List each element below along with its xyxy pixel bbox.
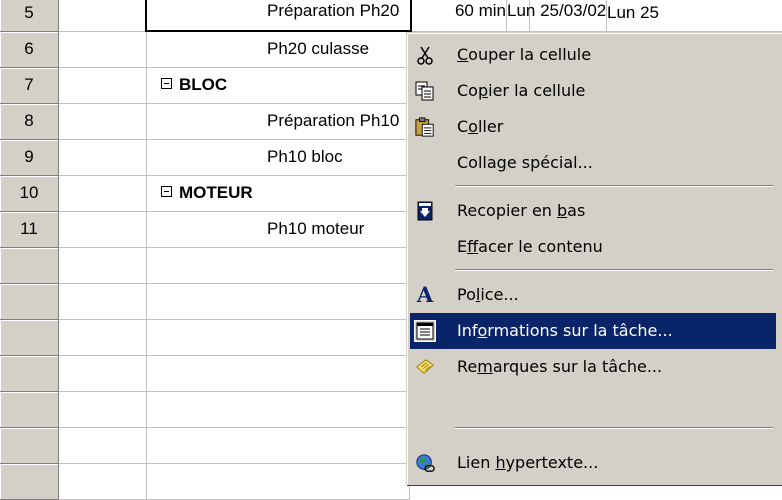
- row-number[interactable]: 10: [0, 176, 59, 212]
- paste-icon: [415, 117, 435, 137]
- menu-item-task-notes[interactable]: Remarques sur la tâche...: [410, 349, 776, 385]
- row-number[interactable]: [0, 428, 59, 464]
- indicator-cell[interactable]: [59, 32, 147, 68]
- row-number[interactable]: 7: [0, 68, 59, 104]
- task-notes-icon: [415, 357, 435, 377]
- row-number[interactable]: 5: [0, 0, 59, 32]
- menu-separator: [455, 427, 773, 429]
- row-number[interactable]: 11: [0, 212, 59, 248]
- menu-item-cut-cell[interactable]: Couper la cellule: [410, 37, 776, 73]
- menu-item-task-information[interactable]: Informations sur la tâche...: [410, 313, 776, 349]
- empty-cell[interactable]: [147, 284, 410, 320]
- menu-item-label: Coller: [457, 117, 504, 136]
- menu-item-label: Informations sur la tâche...: [457, 321, 673, 340]
- menu-separator: [455, 185, 773, 187]
- menu-item-label: Couper la cellule: [457, 45, 592, 64]
- summary-task-label: MOTEUR: [179, 183, 253, 202]
- row-number[interactable]: 8: [0, 104, 59, 140]
- empty-cell[interactable]: [147, 356, 410, 392]
- menu-item-hyperlink[interactable]: Lien hypertexte...: [410, 445, 776, 481]
- end-cell[interactable]: Lun 25: [607, 0, 782, 32]
- empty-cell[interactable]: [147, 320, 410, 356]
- indicator-cell[interactable]: [59, 104, 147, 140]
- summary-task-label: BLOC: [179, 75, 228, 94]
- row-number[interactable]: [0, 320, 59, 356]
- empty-cell[interactable]: [147, 392, 410, 428]
- menu-item-paste-special[interactable]: Collage spécial...: [410, 145, 776, 181]
- menu-item-label: Recopier en bas: [457, 201, 586, 220]
- empty-cell[interactable]: [59, 320, 147, 356]
- start-cell[interactable]: Lun 25/03/02: [507, 0, 607, 32]
- row-number[interactable]: [0, 248, 59, 284]
- row-number[interactable]: [0, 356, 59, 392]
- empty-cell[interactable]: [59, 356, 147, 392]
- row-number[interactable]: 9: [0, 140, 59, 176]
- menu-item-clear-contents[interactable]: Effacer le contenu: [410, 229, 776, 265]
- collapse-minus-icon[interactable]: [161, 186, 172, 198]
- indicator-cell[interactable]: [59, 140, 147, 176]
- row-number[interactable]: [0, 284, 59, 320]
- menu-item-label: Collage spécial...: [457, 153, 593, 172]
- row-number[interactable]: 6: [0, 32, 59, 68]
- indicator-cell[interactable]: [59, 176, 147, 212]
- empty-cell[interactable]: [59, 464, 147, 500]
- task-name-cell[interactable]: MOTEUR: [147, 176, 424, 212]
- menu-item-label: Remarques sur la tâche...: [457, 357, 663, 376]
- empty-cell[interactable]: [147, 428, 410, 464]
- task-name-cell[interactable]: BLOC: [147, 68, 424, 104]
- menu-item-label: Effacer le contenu: [457, 237, 603, 256]
- empty-cell[interactable]: [147, 248, 410, 284]
- empty-cell[interactable]: [59, 284, 147, 320]
- context-menu: Couper la cellule Copier la cellule Coll…: [406, 32, 782, 485]
- row-number[interactable]: [0, 392, 59, 428]
- font-icon: A: [416, 282, 434, 307]
- menu-item-fill-down[interactable]: Recopier en bas: [410, 193, 776, 229]
- fill-down-icon: [415, 201, 435, 221]
- hyperlink-icon: [415, 453, 435, 473]
- table-row[interactable]: 5 Préparation Ph20 60 min Lun 25/03/02 L…: [0, 0, 782, 32]
- task-info-icon: [414, 320, 436, 342]
- indicator-cell[interactable]: [59, 0, 147, 32]
- scissors-icon: [415, 45, 435, 65]
- empty-cell[interactable]: [59, 428, 147, 464]
- menu-separator: [455, 269, 773, 271]
- menu-item-label: Copier la cellule: [457, 81, 586, 100]
- menu-item-paste[interactable]: Coller: [410, 109, 776, 145]
- collapse-minus-icon[interactable]: [161, 78, 172, 90]
- menu-item-label: Lien hypertexte...: [457, 453, 599, 472]
- empty-cell[interactable]: [147, 464, 410, 500]
- menu-item-font[interactable]: A Police...: [410, 277, 776, 313]
- duration-cell[interactable]: 60 min: [410, 0, 507, 32]
- indicator-cell[interactable]: [59, 212, 147, 248]
- copy-icon: [415, 81, 435, 101]
- empty-cell[interactable]: [59, 248, 147, 284]
- row-number[interactable]: [0, 464, 59, 500]
- menu-item-copy-cell[interactable]: Copier la cellule: [410, 73, 776, 109]
- empty-cell[interactable]: [59, 392, 147, 428]
- indicator-cell[interactable]: [59, 68, 147, 104]
- menu-item-label: Police...: [457, 285, 519, 304]
